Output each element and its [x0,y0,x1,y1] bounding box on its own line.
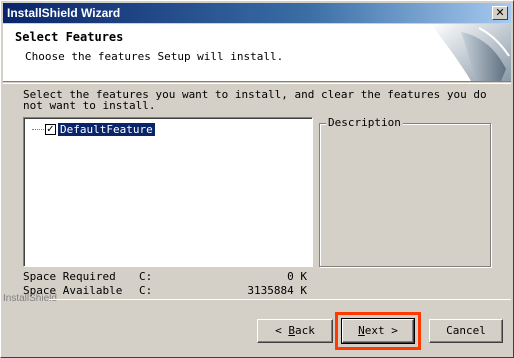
next-label-rest: ext > [364,324,398,337]
description-group [319,123,491,267]
feature-label[interactable]: DefaultFeature [58,122,155,136]
back-prefix: < [275,324,289,337]
next-hotkey: N [358,324,365,337]
header-separator [3,83,511,84]
check-icon: ✓ [46,123,55,135]
cancel-button[interactable]: Cancel [429,319,503,343]
feature-checkbox[interactable]: ✓ [45,123,56,135]
back-label-rest: ack [295,324,315,337]
back-button[interactable]: < Back [257,319,333,343]
cancel-label: Cancel [446,324,486,337]
space-required-label: Space Required [23,270,116,283]
space-required-value: 0 K [287,270,307,283]
next-button[interactable]: Next > [341,318,415,344]
installer-banner-graphic [431,24,511,81]
page-title: Select Features [15,30,124,44]
space-available-value: 3135884 K [247,284,307,297]
window-title: InstallShield Wizard [7,6,121,20]
instructions-text: Select the features you want to install,… [23,88,487,112]
close-button[interactable]: ✕ [492,6,508,20]
space-available-row: Space Available C: 3135884 K [23,285,313,297]
feature-tree[interactable]: ✓ DefaultFeature [23,117,313,267]
description-legend: Description [326,116,403,129]
tree-connector [32,128,44,130]
page-subtitle: Choose the features Setup will install. [25,50,284,63]
back-hotkey: B [288,324,295,337]
space-available-drive: C: [139,284,153,297]
space-required-row: Space Required C: 0 K [23,271,313,283]
installshield-wizard-window: InstallShield Wizard ✕ Select Features C… [0,0,514,358]
tree-item-defaultfeature[interactable]: ✓ DefaultFeature [32,122,155,136]
close-icon: ✕ [495,6,505,19]
header-panel: Select Features Choose the features Setu… [3,24,511,82]
space-required-drive: C: [139,270,153,283]
title-bar: InstallShield Wizard ✕ [3,3,511,23]
brand-divider [49,299,511,300]
